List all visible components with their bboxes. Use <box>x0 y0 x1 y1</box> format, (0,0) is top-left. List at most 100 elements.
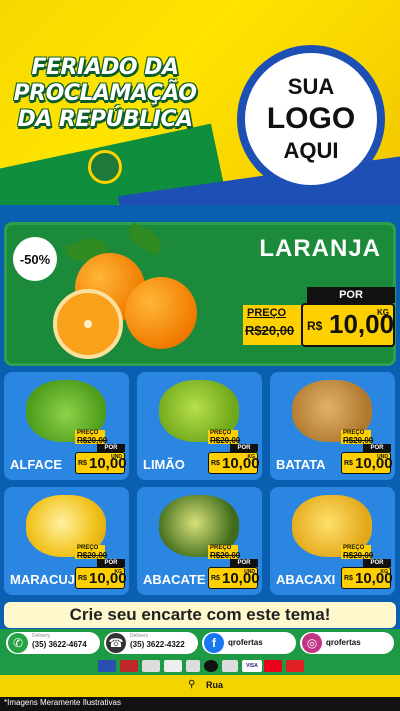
old-price-box: PREÇO R$20,00 <box>243 305 301 345</box>
currency: R$ <box>344 460 353 467</box>
logo-line-3: AQUI <box>283 138 339 163</box>
card-icon <box>286 660 304 672</box>
product-card: ALFACE PREÇO R$20,00 POR R$ 10,00 UND <box>4 372 129 480</box>
unit: UND <box>111 454 122 460</box>
por-label: POR <box>307 287 395 303</box>
unit: KG <box>380 569 389 575</box>
current-price-box: R$ 10,00 KG <box>75 567 127 589</box>
price-tag: PREÇO R$20,00 POR R$ 10,00 UND <box>341 430 393 474</box>
preco-label: PREÇO R$20,00 <box>341 545 373 560</box>
preco-label: PREÇO R$20,00 <box>208 430 240 445</box>
price-tag: PREÇO R$20,00 POR R$ 10,00 UND <box>208 545 260 589</box>
price-tag: PREÇO R$20,00 POR R$ 10,00 UND <box>75 430 127 474</box>
unit: KG <box>114 569 123 575</box>
product-name: BATATA <box>276 457 326 472</box>
discount-badge: -50% <box>13 237 57 281</box>
product-card: ABACATE PREÇO R$20,00 POR R$ 10,00 UND <box>137 487 262 595</box>
disclaimer-bar: *Imagens Meramente Ilustrativas <box>0 697 400 711</box>
preco-label: PREÇO R$20,00 <box>75 430 107 445</box>
price-tag: PREÇO R$20,00 POR R$ 10,00 KG <box>208 430 260 474</box>
title-line-2: PROCLAMAÇÃO <box>13 81 197 106</box>
mastercard-icon <box>264 660 282 672</box>
current-price-box: R$ 10,00 KG <box>341 567 393 589</box>
featured-product: -50% LARANJA POR PREÇO R$20,00 R$ 10,00 … <box>4 222 396 366</box>
contact-text: (35) 3622-4674 <box>32 640 87 649</box>
preco-label: PREÇO R$20,00 <box>208 545 240 560</box>
unit: UND <box>244 569 255 575</box>
logo-line-1: SUA <box>287 74 335 99</box>
card-icon <box>222 660 238 672</box>
card-icon <box>204 660 218 672</box>
product-name: MARACUJÁ <box>10 572 85 587</box>
card-icon <box>142 660 160 672</box>
card-icon <box>120 660 138 672</box>
preco-label: PREÇO R$20,00 <box>75 545 107 560</box>
product-name: LIMÃO <box>143 457 185 472</box>
featured-price-tag: POR PREÇO R$20,00 R$ 10,00 KG <box>243 287 395 349</box>
header-banner: FERIADO DA PROCLAMAÇÃO DA REPÚBLICA SUA … <box>0 0 400 205</box>
por-label: POR <box>97 444 125 452</box>
instagram-icon: ◎ <box>302 633 322 653</box>
card-icon <box>164 660 182 672</box>
card-icon <box>98 660 116 672</box>
product-card: ABACAXI PREÇO R$20,00 POR R$ 10,00 KG <box>270 487 395 595</box>
featured-name: LARANJA <box>259 235 381 262</box>
logo-placeholder: SUA LOGO AQUI <box>237 45 385 193</box>
current-price-box: R$ 10,00 UND <box>75 452 127 474</box>
payment-methods-bar: VISA <box>0 657 400 675</box>
currency: R$ <box>78 575 87 582</box>
address-text: Rua <box>206 680 224 690</box>
holiday-title: FERIADO DA PROCLAMAÇÃO DA REPÚBLICA <box>10 55 200 133</box>
currency: R$ <box>211 575 220 582</box>
price-tag: PREÇO R$20,00 POR R$ 10,00 KG <box>75 545 127 589</box>
contact-facebook[interactable]: f qrofertas <box>202 632 296 654</box>
current-price-box: R$ 10,00 UND <box>341 452 393 474</box>
contact-label: Delivery <box>130 633 149 639</box>
disclaimer-text: *Imagens Meramente Ilustrativas <box>4 698 121 707</box>
por-label: POR <box>230 444 258 452</box>
product-name: ALFACE <box>10 457 62 472</box>
title-line-3: DA REPÚBLICA <box>17 107 193 132</box>
por-label: POR <box>230 559 258 567</box>
contact-instagram[interactable]: ◎ qrofertas <box>300 632 394 654</box>
orange-slice-image <box>53 289 123 359</box>
currency: R$ <box>211 460 220 467</box>
product-card: BATATA PREÇO R$20,00 POR R$ 10,00 UND <box>270 372 395 480</box>
por-label: POR <box>97 559 125 567</box>
unit: KG <box>247 454 256 460</box>
unit: UND <box>377 454 388 460</box>
logo-line-2: LOGO <box>266 102 356 135</box>
visa-icon: VISA <box>242 660 262 672</box>
card-icon <box>186 660 200 672</box>
price-tag: PREÇO R$20,00 POR R$ 10,00 KG <box>341 545 393 589</box>
contact-bar: ✆ Delivery (35) 3622-4674 ☎ Delivery (35… <box>0 629 400 657</box>
orange-image <box>125 277 197 349</box>
preco-label: PREÇO <box>247 307 287 319</box>
contact-text: qrofertas <box>326 638 361 647</box>
contact-label: Delivery <box>32 633 51 639</box>
facebook-icon: f <box>204 633 224 653</box>
contact-whatsapp[interactable]: ✆ Delivery (35) 3622-4674 <box>6 632 100 654</box>
old-price: R$20,00 <box>245 323 295 338</box>
currency: R$ <box>344 575 353 582</box>
current-price-box: R$ 10,00 KG <box>301 303 395 347</box>
contact-phone[interactable]: ☎ Delivery (35) 3622-4322 <box>104 632 198 654</box>
promo-banner: Crie seu encarte com este tema! <box>4 602 396 628</box>
por-label: POR <box>363 444 391 452</box>
location-pin-icon: ⚲ <box>188 679 196 690</box>
product-card: MARACUJÁ PREÇO R$20,00 POR R$ 10,00 KG <box>4 487 129 595</box>
product-name: ABACATE <box>143 572 206 587</box>
phone-icon: ☎ <box>106 633 126 653</box>
current-price-box: R$ 10,00 UND <box>208 567 260 589</box>
currency: R$ <box>78 460 87 467</box>
product-card: LIMÃO PREÇO R$20,00 POR R$ 10,00 KG <box>137 372 262 480</box>
unit: KG <box>377 308 389 317</box>
leaf-icon <box>124 222 166 256</box>
title-line-1: FERIADO DA <box>31 55 179 80</box>
product-name: ABACAXI <box>276 572 336 587</box>
contact-text: (35) 3622-4322 <box>130 640 185 649</box>
address-bar: ⚲ Rua <box>0 675 400 697</box>
current-price-box: R$ 10,00 KG <box>208 452 260 474</box>
brazil-emblem-icon <box>88 150 122 184</box>
contact-text: qrofertas <box>228 638 263 647</box>
